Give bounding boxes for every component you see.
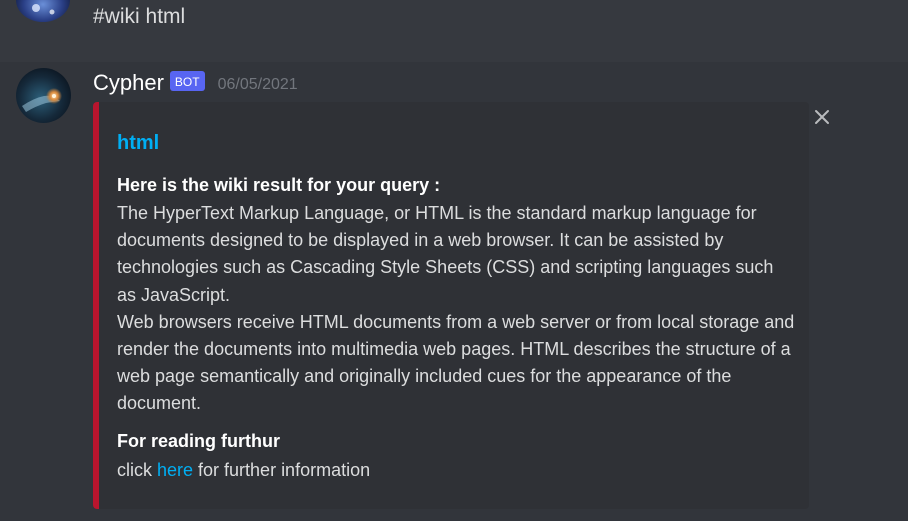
timestamp: 06/05/2021 bbox=[217, 76, 298, 93]
message-content: #wiki html bbox=[93, 5, 186, 28]
here-link[interactable]: here bbox=[157, 460, 193, 480]
embed-title[interactable]: html bbox=[117, 132, 159, 155]
field-text: for further information bbox=[193, 460, 371, 480]
embed-paragraph: Web browsers receive HTML documents from… bbox=[117, 311, 795, 414]
username[interactable]: Cypher bbox=[93, 70, 164, 96]
embed-field-value: The HyperText Markup Language, or HTML i… bbox=[117, 200, 797, 418]
embed-paragraph: The HyperText Markup Language, or HTML i… bbox=[117, 203, 774, 305]
message-header: Cypher BOT 06/05/2021 bbox=[93, 69, 298, 97]
close-icon[interactable] bbox=[811, 106, 833, 128]
embed-field-name: Here is the wiki result for your query : bbox=[117, 175, 441, 195]
previous-avatar[interactable] bbox=[16, 0, 70, 22]
bot-tag: BOT bbox=[169, 71, 205, 91]
previous-message: #wiki html bbox=[0, 0, 908, 45]
embed: html Here is the wiki result for your qu… bbox=[93, 102, 809, 509]
embed-field-value: click here for further information bbox=[117, 457, 797, 484]
chat-view: #wiki html Cypher BOT 06/05/2021 html He… bbox=[0, 0, 908, 521]
embed-field-name: For reading furthur bbox=[117, 431, 280, 451]
embed-accent-bar bbox=[93, 102, 99, 509]
bot-message: Cypher BOT 06/05/2021 html Here is the w… bbox=[0, 62, 908, 521]
bot-avatar[interactable] bbox=[16, 68, 71, 123]
field-text: click bbox=[117, 460, 157, 480]
